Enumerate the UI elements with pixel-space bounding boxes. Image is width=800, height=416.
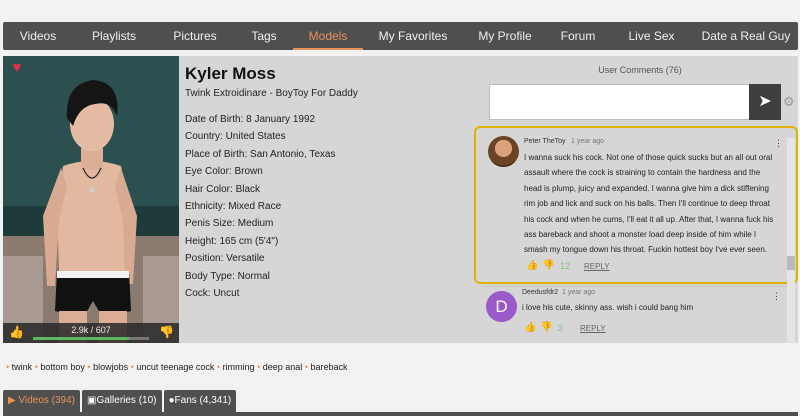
nav-playlists[interactable]: Playlists [73, 22, 155, 50]
comment-line: rim job and lick and suck on his balls. … [524, 199, 770, 209]
gear-icon[interactable]: ⚙ [783, 94, 795, 110]
tab-galleries[interactable]: ▣Galleries (10) [82, 390, 162, 412]
attr-body-type: Body Type: Normal [185, 270, 270, 282]
nav-live-sex[interactable]: Live Sex [609, 22, 694, 50]
comment-line: head is plump, juicy and expanded. I wan… [524, 183, 769, 193]
like-icon[interactable]: 👍 [524, 322, 536, 333]
comments-title: User Comments (76) [598, 65, 682, 75]
comment-input[interactable] [489, 84, 751, 120]
tag-link[interactable]: rimming [223, 362, 255, 372]
comment-line: smash my tongue down his throat. Fuckin … [524, 245, 767, 255]
comment-author[interactable]: Peter TheToy [524, 138, 566, 145]
model-photo[interactable]: ♥ 👍 2.9k / 607 👎 [3, 56, 179, 343]
tag-link[interactable]: bareback [311, 362, 348, 372]
like-count: 12 [560, 261, 571, 271]
tab-label: Videos (394) [18, 395, 76, 406]
tab-videos[interactable]: ▶ Videos (394) [3, 390, 81, 412]
attr-country: Country: United States [185, 131, 286, 143]
model-tagline: Twink Extroidinare - BoyToy For Daddy [185, 88, 358, 99]
comment-line: I wanna suck his cock. Not one of those … [524, 153, 773, 162]
comment-author[interactable]: Deedusfdr2 [522, 289, 558, 296]
nav-date-a-real-guy[interactable]: Date a Real Guy [694, 22, 798, 50]
rating-bar: 👍 2.9k / 607 👎 [3, 323, 179, 343]
comment-line: ass bareback and shoot a monster load de… [524, 230, 757, 240]
more-options-icon[interactable]: ⋮ [774, 138, 783, 149]
nav-videos[interactable]: Videos [3, 22, 73, 50]
reply-link[interactable]: REPLY [580, 324, 606, 333]
tag-bullet-icon: • [130, 362, 134, 372]
avatar[interactable] [488, 136, 519, 167]
attr-date-of-birth: Date of Birth: 8 January 1992 [185, 114, 316, 125]
attr-penis-size: Penis Size: Medium [185, 218, 274, 230]
send-icon: ➤ [758, 93, 772, 110]
like-icon[interactable]: 👍 [526, 260, 538, 271]
tabs-underline [3, 412, 798, 416]
tag-bullet-icon: • [304, 362, 308, 372]
main-nav: Videos Playlists Pictures Tags Models My… [3, 22, 798, 50]
like-count: 3 [558, 323, 564, 333]
nav-forum[interactable]: Forum [547, 22, 609, 50]
comment-line: assault where the cock is straining to c… [524, 168, 761, 178]
send-comment-button[interactable]: ➤ [749, 84, 781, 120]
attr-place-of-birth: Place of Birth: San Antonio, Texas [185, 148, 336, 160]
content-tabs: ▶ Videos (394) ▣Galleries (10) ●Fans (4,… [3, 390, 238, 412]
comments-scrollbar[interactable] [787, 138, 795, 343]
model-name: Kyler Moss [185, 64, 276, 83]
comment-item: Peter TheToy 1 year ago ⋮ I wanna suck h… [474, 126, 798, 284]
nav-tags[interactable]: Tags [235, 22, 293, 50]
comment-text: I wanna suck his cock. Not one of those … [524, 150, 778, 258]
tag-bullet-icon: • [257, 362, 261, 372]
favorite-heart-icon[interactable]: ♥ [8, 60, 26, 76]
tag-link[interactable]: uncut teenage cock [136, 362, 214, 372]
attr-eye-color: Eye Color: Brown [185, 166, 263, 178]
attr-hair-color: Hair Color: Black [185, 183, 261, 195]
attr-position: Position: Versatile [185, 253, 265, 265]
nav-pictures[interactable]: Pictures [155, 22, 235, 50]
comment-time: 1 year ago [571, 138, 605, 145]
tag-bullet-icon: • [87, 362, 91, 372]
tag-link[interactable]: twink [12, 362, 33, 372]
model-attributes: Date of Birth: 8 January 1992 Country: U… [185, 111, 476, 302]
tag-link[interactable]: blowjobs [93, 362, 128, 372]
rating-track [33, 337, 149, 340]
nav-my-favorites[interactable]: My Favorites [363, 22, 463, 50]
tab-fans[interactable]: ●Fans (4,341) [163, 390, 237, 412]
rating-text: 2.9k / 607 [71, 325, 111, 335]
tab-label: Galleries (10) [96, 395, 157, 406]
rating-fill [33, 337, 130, 340]
tag-link[interactable]: deep anal [263, 362, 303, 372]
attr-cock: Cock: Uncut [185, 287, 240, 299]
tab-label: Fans (4,341) [174, 395, 232, 406]
comments-panel: User Comments (76) ➤ ⚙ Peter TheToy 1 ye… [474, 56, 798, 343]
comment-text: i love his cute, skinny ass. wish i coul… [522, 303, 694, 312]
nav-my-profile[interactable]: My Profile [463, 22, 547, 50]
tag-bullet-icon: • [216, 362, 221, 372]
dislike-icon[interactable]: 👎 [540, 322, 552, 333]
thumbs-down-icon[interactable]: 👎 [159, 325, 174, 339]
avatar[interactable]: D [486, 291, 517, 322]
reply-link[interactable]: REPLY [584, 262, 610, 271]
attr-height: Height: 165 cm (5'4") [185, 235, 279, 247]
tag-link[interactable]: bottom boy [40, 362, 85, 372]
tag-bullet-icon: • [6, 362, 10, 372]
attr-ethnicity: Ethnicity: Mixed Race [185, 200, 282, 212]
nav-models[interactable]: Models [293, 22, 363, 50]
comment-line: his cock and when he cums, I'll eat it a… [524, 214, 774, 224]
scrollbar-thumb[interactable] [787, 256, 795, 270]
comment-time: 1 year ago [562, 289, 596, 296]
model-tags: • twink • bottom boy • blowjobs • uncut … [6, 362, 348, 372]
dislike-icon[interactable]: 👎 [542, 260, 554, 271]
tag-bullet-icon: • [34, 362, 38, 372]
model-photo-image [3, 56, 179, 343]
comment-item: D Deedusfdr2 1 year ago ⋮ i love his cut… [482, 286, 790, 343]
play-icon: ▶ [8, 395, 16, 406]
more-options-icon[interactable]: ⋮ [772, 291, 781, 302]
model-info-panel: Kyler Moss Twink Extroidinare - BoyToy F… [179, 56, 482, 343]
